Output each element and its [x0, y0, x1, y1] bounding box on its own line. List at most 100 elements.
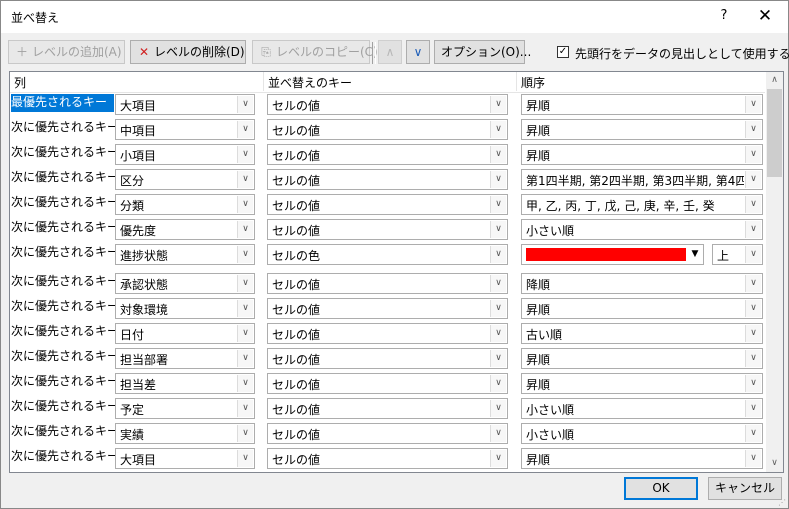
chevron-down-icon[interactable]: ∨ [490, 400, 506, 417]
close-icon[interactable]: ✕ [754, 6, 776, 26]
chevron-down-icon[interactable]: ∨ [237, 121, 253, 138]
sort-on-select[interactable]: セルの値 ∨ [267, 323, 508, 344]
sort-level-row[interactable]: 次に優先されるキー 優先度 ∨ セルの値 ∨ 小さい順 ∨ [10, 219, 765, 243]
chevron-down-icon[interactable]: ∨ [490, 350, 506, 367]
scroll-up-icon[interactable]: ∧ [766, 72, 783, 89]
chevron-down-icon[interactable]: ∨ [237, 221, 253, 238]
chevron-down-icon[interactable]: ∨ [490, 171, 506, 188]
sort-level-row[interactable]: 次に優先されるキー 実績 ∨ セルの値 ∨ 小さい順 ∨ [10, 423, 765, 447]
chevron-down-icon[interactable]: ∨ [745, 221, 761, 238]
order-select[interactable]: 第1四半期, 第2四半期, 第3四半期, 第4四 ∨ [521, 169, 763, 190]
chevron-down-icon[interactable]: ∨ [745, 425, 761, 442]
position-select[interactable]: 上 ∨ [712, 244, 763, 265]
chevron-down-icon[interactable]: ∨ [745, 275, 761, 292]
column-select[interactable]: 中項目 ∨ [115, 119, 255, 140]
column-select[interactable]: 日付 ∨ [115, 323, 255, 344]
chevron-down-icon[interactable]: ∨ [490, 246, 506, 263]
chevron-down-icon[interactable]: ∨ [490, 375, 506, 392]
order-select[interactable]: 昇順 ∨ [521, 298, 763, 319]
caret-down-icon[interactable]: ▼ [688, 246, 702, 263]
order-select[interactable]: 古い順 ∨ [521, 323, 763, 344]
delete-level-button[interactable]: ✕ レベルの削除(D) [130, 40, 246, 64]
column-select[interactable]: 小項目 ∨ [115, 144, 255, 165]
chevron-down-icon[interactable]: ∨ [237, 325, 253, 342]
chevron-down-icon[interactable]: ∨ [490, 196, 506, 213]
chevron-down-icon[interactable]: ∨ [745, 196, 761, 213]
order-select[interactable]: 昇順 ∨ [521, 144, 763, 165]
sort-on-select[interactable]: セルの値 ∨ [267, 194, 508, 215]
chevron-down-icon[interactable]: ∨ [745, 375, 761, 392]
column-select[interactable]: 実績 ∨ [115, 423, 255, 444]
sort-level-row[interactable]: 次に優先されるキー 中項目 ∨ セルの値 ∨ 昇順 ∨ [10, 119, 765, 143]
sort-on-select[interactable]: セルの値 ∨ [267, 169, 508, 190]
order-select[interactable]: 小さい順 ∨ [521, 423, 763, 444]
sort-level-row[interactable]: 次に優先されるキー 小項目 ∨ セルの値 ∨ 昇順 ∨ [10, 144, 765, 168]
chevron-down-icon[interactable]: ∨ [745, 300, 761, 317]
column-select[interactable]: 承認状態 ∨ [115, 273, 255, 294]
level-label[interactable]: 次に優先されるキー [11, 219, 119, 237]
column-select[interactable]: 対象環境 ∨ [115, 298, 255, 319]
help-icon[interactable]: ? [714, 6, 734, 26]
column-select[interactable]: 分類 ∨ [115, 194, 255, 215]
sort-on-select[interactable]: セルの値 ∨ [267, 119, 508, 140]
column-select[interactable]: 進捗状態 ∨ [115, 244, 255, 265]
level-label[interactable]: 最優先されるキー [11, 94, 114, 112]
chevron-down-icon[interactable]: ∨ [745, 400, 761, 417]
sort-on-select[interactable]: セルの値 ∨ [267, 398, 508, 419]
sort-level-row[interactable]: 次に優先されるキー 進捗状態 ∨ セルの色 ∨ ▼ 上 ∨ [10, 244, 765, 268]
chevron-down-icon[interactable]: ∨ [745, 171, 761, 188]
level-label[interactable]: 次に優先されるキー [11, 373, 119, 391]
level-label[interactable]: 次に優先されるキー [11, 119, 119, 137]
chevron-down-icon[interactable]: ∨ [237, 171, 253, 188]
sort-on-select[interactable]: セルの値 ∨ [267, 219, 508, 240]
column-select[interactable]: 担当差 ∨ [115, 373, 255, 394]
sort-on-select[interactable]: セルの色 ∨ [267, 244, 508, 265]
sort-on-select[interactable]: セルの値 ∨ [267, 94, 508, 115]
add-level-button[interactable]: ＋ レベルの追加(A) [8, 40, 125, 64]
chevron-down-icon[interactable]: ∨ [490, 300, 506, 317]
options-button[interactable]: オプション(O)... [434, 40, 531, 64]
level-label[interactable]: 次に優先されるキー [11, 448, 119, 466]
sort-on-select[interactable]: セルの値 ∨ [267, 348, 508, 369]
sort-level-row[interactable]: 次に優先されるキー 対象環境 ∨ セルの値 ∨ 昇順 ∨ [10, 298, 765, 322]
sort-on-select[interactable]: セルの値 ∨ [267, 298, 508, 319]
chevron-down-icon[interactable]: ∨ [745, 246, 761, 263]
sort-level-row[interactable]: 次に優先されるキー 担当差 ∨ セルの値 ∨ 昇順 ∨ [10, 373, 765, 397]
order-select[interactable]: 降順 ∨ [521, 273, 763, 294]
chevron-down-icon[interactable]: ∨ [490, 450, 506, 467]
chevron-down-icon[interactable]: ∨ [745, 350, 761, 367]
cancel-button[interactable]: キャンセル [708, 477, 782, 500]
column-select[interactable]: 予定 ∨ [115, 398, 255, 419]
sort-level-row[interactable]: 最優先されるキー 大項目 ∨ セルの値 ∨ 昇順 ∨ [10, 94, 765, 118]
chevron-down-icon[interactable]: ∨ [237, 146, 253, 163]
sort-on-select[interactable]: セルの値 ∨ [267, 144, 508, 165]
level-label[interactable]: 次に優先されるキー [11, 298, 119, 316]
chevron-down-icon[interactable]: ∨ [745, 96, 761, 113]
level-label[interactable]: 次に優先されるキー [11, 273, 119, 291]
sort-on-select[interactable]: セルの値 ∨ [267, 373, 508, 394]
chevron-down-icon[interactable]: ∨ [745, 325, 761, 342]
sort-level-row[interactable]: 次に優先されるキー 担当部署 ∨ セルの値 ∨ 昇順 ∨ [10, 348, 765, 372]
order-select[interactable]: 昇順 ∨ [521, 94, 763, 115]
sort-level-row[interactable]: 次に優先されるキー 予定 ∨ セルの値 ∨ 小さい順 ∨ [10, 398, 765, 422]
chevron-down-icon[interactable]: ∨ [237, 275, 253, 292]
column-select[interactable]: 区分 ∨ [115, 169, 255, 190]
chevron-down-icon[interactable]: ∨ [237, 300, 253, 317]
order-select[interactable]: 甲, 乙, 丙, 丁, 戊, 己, 庚, 辛, 壬, 癸 ∨ [521, 194, 763, 215]
sort-level-row[interactable]: 次に優先されるキー 日付 ∨ セルの値 ∨ 古い順 ∨ [10, 323, 765, 347]
scroll-down-icon[interactable]: ∨ [766, 455, 783, 472]
order-select[interactable]: 昇順 ∨ [521, 448, 763, 469]
sort-level-row[interactable]: 次に優先されるキー 承認状態 ∨ セルの値 ∨ 降順 ∨ [10, 273, 765, 297]
chevron-down-icon[interactable]: ∨ [237, 425, 253, 442]
order-select[interactable]: 小さい順 ∨ [521, 219, 763, 240]
chevron-down-icon[interactable]: ∨ [745, 450, 761, 467]
chevron-down-icon[interactable]: ∨ [237, 196, 253, 213]
move-down-button[interactable]: ∨ [406, 40, 430, 64]
level-label[interactable]: 次に優先されるキー [11, 398, 119, 416]
sort-on-select[interactable]: セルの値 ∨ [267, 448, 508, 469]
column-select[interactable]: 大項目 ∨ [115, 94, 255, 115]
chevron-down-icon[interactable]: ∨ [237, 246, 253, 263]
level-label[interactable]: 次に優先されるキー [11, 323, 119, 341]
level-label[interactable]: 次に優先されるキー [11, 244, 119, 262]
chevron-down-icon[interactable]: ∨ [490, 275, 506, 292]
